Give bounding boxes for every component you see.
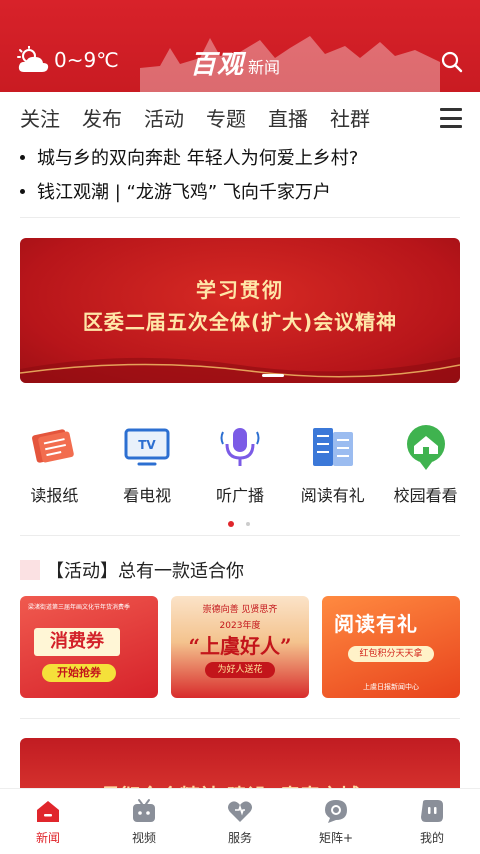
main-banner[interactable]: 学习贯彻 区委二届五次全体(扩大)会议精神 [20, 238, 460, 383]
menu-icon[interactable] [440, 108, 462, 128]
banner-wave-decoration [20, 357, 460, 383]
headline-text: 钱江观潮 | “龙游飞鸡” 飞向千家万户 [37, 182, 331, 203]
quick-link-label: 阅读有礼 [300, 486, 365, 505]
home-icon [37, 801, 59, 822]
tv-icon: TV [124, 428, 170, 466]
quick-link-label: 读报纸 [30, 486, 79, 505]
quick-links-pager [228, 521, 250, 527]
activity-section-title: 【活动】总有一款适合你 [20, 557, 244, 583]
divider [20, 535, 460, 536]
video-icon [133, 799, 155, 822]
bullet-icon [20, 154, 25, 160]
quick-link-radio[interactable]: 听广播 [198, 420, 282, 510]
nav-label: 矩阵+ [318, 831, 354, 845]
nav-video[interactable]: 视频 [96, 789, 192, 854]
quick-link-label: 听广播 [215, 486, 264, 505]
weather-widget[interactable]: 0~9℃ [16, 46, 119, 74]
card-header-text: 梁渚街道第三届年画文化节年货消费季 [28, 604, 131, 611]
tab-live[interactable]: 直播 [268, 103, 308, 132]
app-logo: 百观 新闻 [190, 44, 280, 81]
nav-label: 视频 [131, 831, 156, 845]
brand-subtitle: 新闻 [248, 58, 281, 77]
card-title: 消费券 [34, 628, 120, 656]
pager-dot-active [228, 521, 234, 527]
quick-link-label: 看电视 [123, 486, 172, 505]
card-title: “上虞好人” [188, 634, 292, 658]
search-icon[interactable] [440, 50, 464, 74]
section-title-text: 【活动】总有一款适合你 [46, 561, 244, 582]
tab-topic[interactable]: 专题 [206, 103, 246, 132]
microphone-icon [220, 428, 260, 466]
card-footer: 上虞日报新闻中心 [363, 683, 419, 691]
card-title: 阅读有礼 [334, 612, 418, 636]
nav-mine[interactable]: 我的 [384, 789, 480, 854]
banner-indicator [262, 374, 284, 377]
quick-link-reading[interactable]: 阅读有礼 [291, 420, 375, 510]
bullet-icon [20, 188, 25, 194]
banner-line-2: 区委二届五次全体(扩大)会议精神 [82, 310, 398, 334]
tab-community[interactable]: 社群 [330, 103, 370, 132]
temperature-text: 0~9℃ [54, 48, 119, 72]
pager-dot [246, 522, 250, 526]
activity-card-voucher[interactable]: 梁渚街道第三届年画文化节年货消费季 消费券 开始抢券 [20, 596, 158, 698]
quick-link-school[interactable]: 校园看看 [384, 420, 468, 510]
user-icon [421, 800, 443, 822]
nav-label: 新闻 [35, 831, 60, 845]
app-header: 0~9℃ 百观 新闻 [0, 0, 480, 92]
newspaper-icon [32, 429, 75, 463]
nav-label: 我的 [419, 831, 444, 845]
svg-text:TV: TV [138, 438, 156, 452]
headline-text: 城与乡的双向奔赴 年轻人为何爱上乡村? [37, 148, 359, 169]
channel-tabs: 关注 发布 活动 专题 直播 社群 [0, 100, 480, 134]
nav-label: 服务 [227, 831, 252, 845]
quick-link-tv[interactable]: TV 看电视 [105, 420, 189, 510]
school-icon [406, 425, 445, 470]
bottom-nav: 新闻 视频 服务 矩阵+ 我的 [0, 788, 480, 854]
card-button: 为好人送花 [205, 662, 275, 678]
activity-cards: 梁渚街道第三届年画文化节年货消费季 消费券 开始抢券 崇德向善 见贤思齐 202… [20, 596, 460, 698]
nav-matrix[interactable]: 矩阵+ [288, 789, 384, 854]
tab-publish[interactable]: 发布 [82, 103, 122, 132]
headline-item[interactable]: 城与乡的双向奔赴 年轻人为何爱上乡村? [20, 144, 460, 170]
activity-card-reading[interactable]: 阅读有礼 红包积分天天拿 上虞日报新闻中心 [322, 596, 460, 698]
divider [20, 718, 460, 719]
quick-link-label: 校园看看 [393, 486, 458, 505]
card-button: 开始抢券 [42, 664, 116, 682]
app-screen: 0~9℃ 百观 新闻 关注 发布 活动 专题 直播 社群 城与乡的双向奔赴 年轻… [0, 0, 480, 854]
partly-cloudy-icon [17, 46, 49, 72]
banner-line-1: 学习贯彻 [196, 278, 284, 302]
chat-icon [325, 800, 347, 823]
tab-follow[interactable]: 关注 [20, 103, 60, 132]
quick-links: 读报纸 TV 看电视 听广播 阅读有礼 校园看看 [0, 420, 480, 510]
skyline-decoration [140, 36, 440, 92]
nav-service[interactable]: 服务 [192, 789, 288, 854]
book-icon [312, 428, 353, 466]
headline-item[interactable]: 钱江观潮 | “龙游飞鸡” 飞向千家万户 [20, 178, 460, 204]
nav-news[interactable]: 新闻 [0, 789, 96, 854]
tab-activity[interactable]: 活动 [144, 103, 184, 132]
card-button: 红包积分天天拿 [348, 646, 434, 662]
heart-icon [228, 801, 252, 822]
card-slogan: 崇德向善 见贤思齐 [202, 605, 278, 615]
divider [20, 217, 460, 218]
brand-name: 百观 [190, 50, 245, 80]
activity-card-good-people[interactable]: 崇德向善 见贤思齐 2023年度 “上虞好人” 为好人送花 [171, 596, 309, 698]
section-marker-icon [20, 560, 40, 580]
quick-link-newspaper[interactable]: 读报纸 [12, 420, 96, 510]
